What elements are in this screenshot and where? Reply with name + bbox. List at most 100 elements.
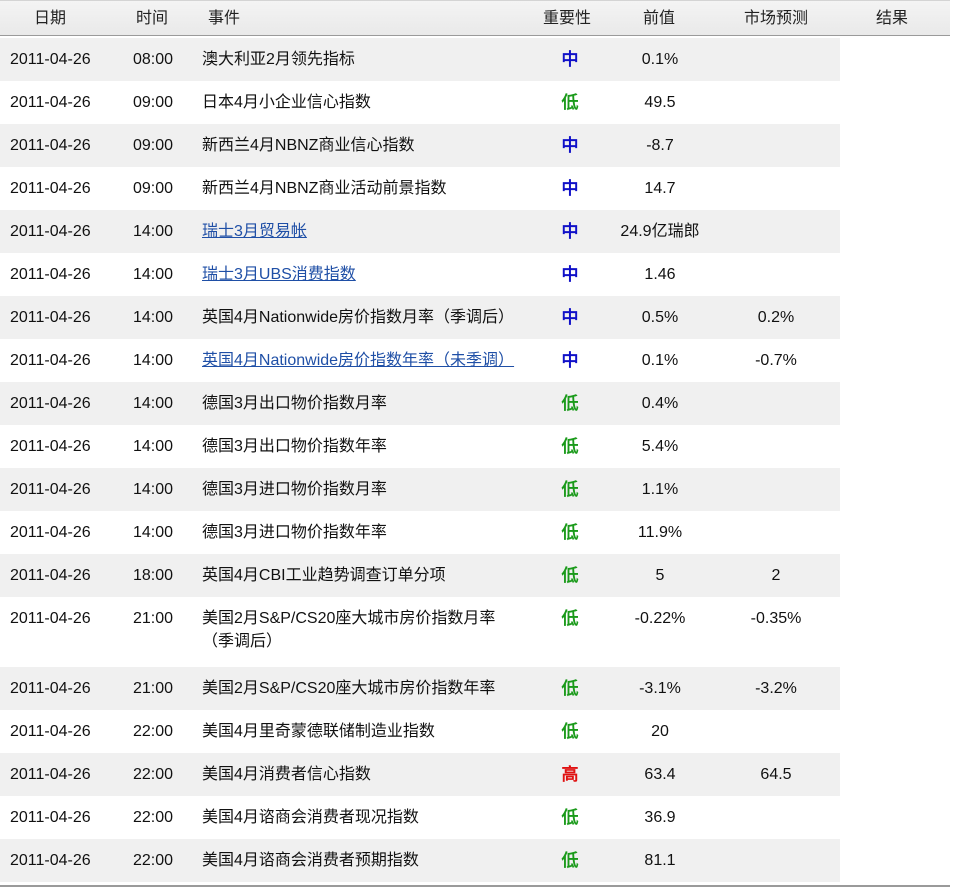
- row-event[interactable]: 瑞士3月UBS消费指数: [202, 253, 532, 296]
- table-header: 日期 时间 事件 重要性 前值 市场预测 结果: [0, 0, 950, 36]
- row-forecast: [716, 511, 836, 554]
- row-event: 新西兰4月NBNZ商业信心指数: [202, 124, 532, 167]
- event-name: 澳大利亚2月领先指标: [202, 51, 355, 68]
- row-date: 2011-04-26: [10, 438, 91, 455]
- row-time: 14:00: [132, 481, 174, 498]
- row-result: [840, 382, 944, 425]
- importance-badge: 低: [561, 93, 579, 112]
- row-previous: 5.4%: [641, 438, 679, 455]
- table-row: 2011-04-26 14:00 德国3月出口物价指数年率 低 5.4%: [0, 425, 840, 468]
- row-event[interactable]: 英国4月Nationwide房价指数年率（未季调）: [202, 339, 532, 382]
- table-row: 2011-04-26 14:00 英国4月Nationwide房价指数年率（未季调）…: [0, 339, 840, 382]
- row-time: 14:00: [132, 524, 174, 541]
- row-previous: -3.1%: [639, 680, 681, 697]
- importance-badge: 低: [561, 394, 579, 413]
- importance-badge: 中: [561, 50, 579, 69]
- event-name: 美国2月S&P/CS20座大城市房价指数年率: [202, 680, 496, 697]
- row-date: 2011-04-26: [10, 352, 91, 369]
- row-time: 14:00: [132, 309, 174, 326]
- importance-badge: 低: [561, 722, 579, 741]
- event-name-continued: （季调后）: [202, 633, 283, 650]
- row-date: 2011-04-26: [10, 680, 91, 697]
- row-result: [840, 339, 944, 382]
- importance-badge: 低: [561, 609, 579, 628]
- importance-badge: 中: [561, 136, 579, 155]
- row-event: 英国4月CBI工业趋势调查订单分项: [202, 554, 532, 597]
- row-date: 2011-04-26: [10, 309, 91, 326]
- event-name: 英国4月CBI工业趋势调查订单分项: [202, 567, 446, 584]
- row-previous: 20: [651, 723, 669, 740]
- row-forecast: [716, 468, 836, 511]
- row-date: 2011-04-26: [10, 852, 91, 869]
- table-row: 2011-04-26 08:00 澳大利亚2月领先指标 中 0.1%: [0, 38, 840, 81]
- row-time: 21:00: [132, 610, 174, 627]
- importance-badge: 高: [561, 765, 579, 784]
- importance-badge: 低: [561, 437, 579, 456]
- row-event: 英国4月Nationwide房价指数月率（季调后）: [202, 296, 532, 339]
- event-name: 新西兰4月NBNZ商业活动前景指数: [202, 180, 447, 197]
- row-previous: -0.22%: [634, 610, 686, 627]
- row-result: [840, 839, 944, 882]
- row-time: 18:00: [132, 567, 174, 584]
- event-link[interactable]: 瑞士3月UBS消费指数: [202, 253, 532, 296]
- row-date: 2011-04-26: [10, 524, 91, 541]
- row-previous: 81.1: [644, 852, 676, 869]
- economic-calendar-table: 日期 时间 事件 重要性 前值 市场预测 结果 2011-04-26 08:00 澳…: [0, 0, 950, 887]
- row-result: [840, 425, 944, 468]
- row-forecast: [716, 81, 836, 124]
- row-time: 22:00: [132, 766, 174, 783]
- row-previous: 36.9: [644, 809, 676, 826]
- header-result: 结果: [876, 10, 909, 27]
- row-forecast: [716, 425, 836, 468]
- row-event: 澳大利亚2月领先指标: [202, 38, 532, 81]
- row-forecast: 0.2%: [757, 309, 795, 326]
- event-name: 德国3月出口物价指数月率: [202, 395, 387, 412]
- event-name: 美国4月里奇蒙德联储制造业指数: [202, 723, 435, 740]
- row-result: [840, 511, 944, 554]
- row-result: [840, 253, 944, 296]
- row-time: 14:00: [132, 395, 174, 412]
- row-result: [840, 796, 944, 839]
- importance-badge: 低: [561, 566, 579, 585]
- table-row: 2011-04-26 14:00 瑞士3月贸易帐 中 24.9亿瑞郎: [0, 210, 840, 253]
- table-row: 2011-04-26 21:00 美国2月S&P/CS20座大城市房价指数月率 （季调…: [0, 597, 840, 667]
- row-forecast: -0.7%: [755, 352, 797, 369]
- row-time: 22:00: [132, 852, 174, 869]
- row-date: 2011-04-26: [10, 180, 91, 197]
- row-result: [840, 597, 944, 640]
- row-result: [840, 753, 944, 796]
- event-link[interactable]: 英国4月Nationwide房价指数年率（未季调）: [202, 339, 532, 382]
- event-name: 英国4月Nationwide房价指数月率（季调后）: [202, 309, 515, 326]
- row-forecast: [716, 796, 836, 839]
- table-row: 2011-04-26 09:00 新西兰4月NBNZ商业信心指数 中 -8.7: [0, 124, 840, 167]
- row-forecast: [716, 710, 836, 753]
- event-name: 日本4月小企业信心指数: [202, 94, 371, 111]
- table-row: 2011-04-26 22:00 美国4月谘商会消费者现况指数 低 36.9: [0, 796, 840, 839]
- importance-badge: 低: [561, 523, 579, 542]
- row-previous: 0.1%: [641, 352, 679, 369]
- row-time: 14:00: [132, 266, 174, 283]
- row-date: 2011-04-26: [10, 809, 91, 826]
- table-row: 2011-04-26 22:00 美国4月消费者信心指数 高 63.4 64.5: [0, 753, 840, 796]
- table-bottom-divider: [0, 885, 950, 887]
- row-result: [840, 296, 944, 339]
- row-date: 2011-04-26: [10, 51, 91, 68]
- row-result: [840, 554, 944, 597]
- table-row: 2011-04-26 14:00 德国3月出口物价指数月率 低 0.4%: [0, 382, 840, 425]
- row-previous: 14.7: [644, 180, 676, 197]
- row-date: 2011-04-26: [10, 766, 91, 783]
- event-name: 美国4月谘商会消费者现况指数: [202, 809, 419, 826]
- event-link[interactable]: 瑞士3月贸易帐: [202, 210, 532, 253]
- row-previous: 5: [655, 567, 665, 584]
- row-date: 2011-04-26: [10, 223, 91, 240]
- event-name: 德国3月进口物价指数月率: [202, 481, 387, 498]
- row-event[interactable]: 瑞士3月贸易帐: [202, 210, 532, 253]
- table-row: 2011-04-26 22:00 美国4月谘商会消费者预期指数 低 81.1: [0, 839, 840, 882]
- row-forecast: [716, 253, 836, 296]
- importance-badge: 中: [561, 179, 579, 198]
- event-name: 美国4月谘商会消费者预期指数: [202, 852, 419, 869]
- event-name: 德国3月进口物价指数年率: [202, 524, 387, 541]
- event-name: 德国3月出口物价指数年率: [202, 438, 387, 455]
- row-previous: 11.9%: [637, 524, 683, 541]
- row-time: 14:00: [132, 438, 174, 455]
